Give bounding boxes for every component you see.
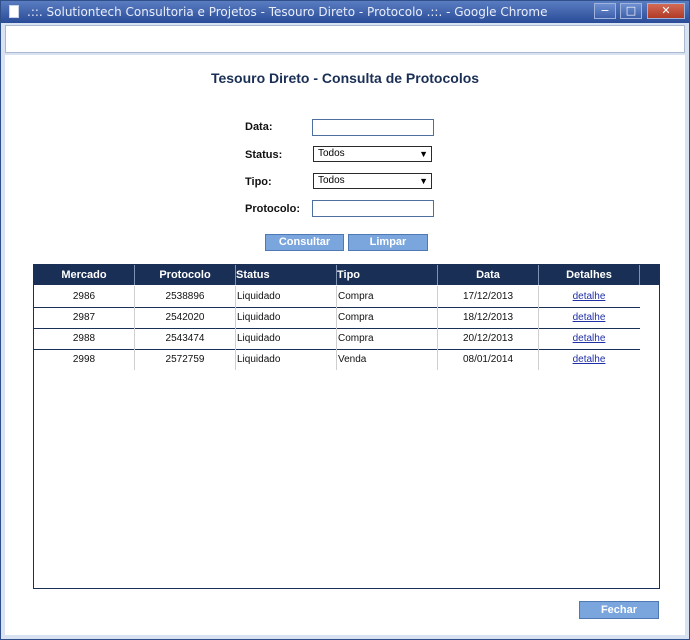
cell-data: 08/01/2014 — [462, 354, 514, 365]
close-button[interactable]: ✕ — [647, 3, 685, 19]
limpar-button[interactable]: Limpar — [348, 234, 428, 251]
dropdown-arrow-icon: ▼ — [419, 176, 428, 186]
page-icon — [9, 5, 19, 18]
table-row: 2988 2543474 Liquidado Compra 20/12/2013… — [34, 328, 640, 350]
detalhe-link[interactable]: detalhe — [573, 333, 606, 344]
cell-data: 18/12/2013 — [462, 312, 514, 323]
window-title: .::. Solutiontech Consultoria e Projetos… — [27, 5, 548, 19]
cell-protocolo: 2543474 — [165, 333, 205, 344]
cell-status: Liquidado — [237, 333, 281, 344]
title-bar: .::. Solutiontech Consultoria e Projetos… — [1, 1, 689, 23]
dropdown-arrow-icon: ▼ — [419, 149, 428, 159]
cell-divider — [235, 328, 236, 349]
tipo-label: Tipo: — [245, 176, 272, 188]
header-detalhes: Detalhes — [566, 269, 612, 281]
detalhe-link[interactable]: detalhe — [573, 291, 606, 302]
detalhe-link[interactable]: detalhe — [573, 354, 606, 365]
cell-tipo: Compra — [338, 291, 374, 302]
protocolo-label: Protocolo: — [245, 203, 300, 215]
cell-mercado: 2988 — [72, 333, 96, 344]
cell-detalhes: detalhe — [539, 328, 639, 349]
cell-status: Liquidado — [237, 291, 281, 302]
tipo-select[interactable]: Todos ▼ — [313, 173, 432, 189]
data-label: Data: — [245, 121, 273, 133]
protocol-table: Mercado Protocolo Status Tipo Data Detal… — [33, 264, 660, 589]
header-protocolo: Protocolo — [159, 269, 211, 281]
cell-status: Liquidado — [237, 312, 281, 323]
header-status: Status — [236, 269, 270, 281]
cell-protocolo: 2538896 — [165, 291, 205, 302]
data-field[interactable] — [312, 119, 434, 136]
cell-divider — [336, 286, 337, 307]
cell-divider — [336, 328, 337, 349]
browser-window: .::. Solutiontech Consultoria e Projetos… — [0, 0, 690, 640]
header-divider — [639, 265, 640, 285]
cell-detalhes: detalhe — [539, 307, 639, 328]
tipo-select-value: Todos — [318, 175, 345, 186]
table-row: 2987 2542020 Liquidado Compra 18/12/2013… — [34, 307, 640, 329]
cell-data: 20/12/2013 — [462, 333, 514, 344]
cell-mercado: 2986 — [72, 291, 96, 302]
status-select-value: Todos — [318, 148, 345, 159]
page-content: Tesouro Direto - Consulta de Protocolos … — [5, 55, 685, 635]
header-tipo: Tipo — [337, 269, 361, 281]
cell-divider — [336, 307, 337, 328]
address-bar[interactable] — [5, 25, 685, 53]
maximize-button[interactable]: □ — [620, 3, 642, 19]
detalhe-link[interactable]: detalhe — [573, 312, 606, 323]
cell-protocolo: 2542020 — [165, 312, 205, 323]
cell-divider — [235, 349, 236, 370]
status-select[interactable]: Todos ▼ — [313, 146, 432, 162]
cell-status: Liquidado — [237, 354, 281, 365]
cell-divider — [336, 349, 337, 370]
header-mercado: Mercado — [61, 269, 107, 281]
cell-divider — [235, 307, 236, 328]
header-data: Data — [476, 269, 500, 281]
cell-tipo: Venda — [338, 354, 367, 365]
table-row: 2986 2538896 Liquidado Compra 17/12/2013… — [34, 286, 640, 308]
cell-detalhes: detalhe — [539, 286, 639, 307]
cell-tipo: Compra — [338, 333, 374, 344]
cell-detalhes: detalhe — [539, 349, 639, 370]
minimize-button[interactable]: − — [594, 3, 616, 19]
cell-data: 17/12/2013 — [462, 291, 514, 302]
cell-protocolo: 2572759 — [165, 354, 205, 365]
fechar-button[interactable]: Fechar — [579, 601, 659, 619]
table-row: 2998 2572759 Liquidado Venda 08/01/2014 … — [34, 349, 640, 370]
cell-tipo: Compra — [338, 312, 374, 323]
consultar-button[interactable]: Consultar — [265, 234, 344, 251]
cell-mercado: 2987 — [72, 312, 96, 323]
protocolo-field[interactable] — [312, 200, 434, 217]
page-title: Tesouro Direto - Consulta de Protocolos — [210, 70, 480, 86]
cell-divider — [235, 286, 236, 307]
table-header: Mercado Protocolo Status Tipo Data Detal… — [34, 265, 659, 285]
status-label: Status: — [245, 149, 283, 161]
cell-mercado: 2998 — [72, 354, 96, 365]
